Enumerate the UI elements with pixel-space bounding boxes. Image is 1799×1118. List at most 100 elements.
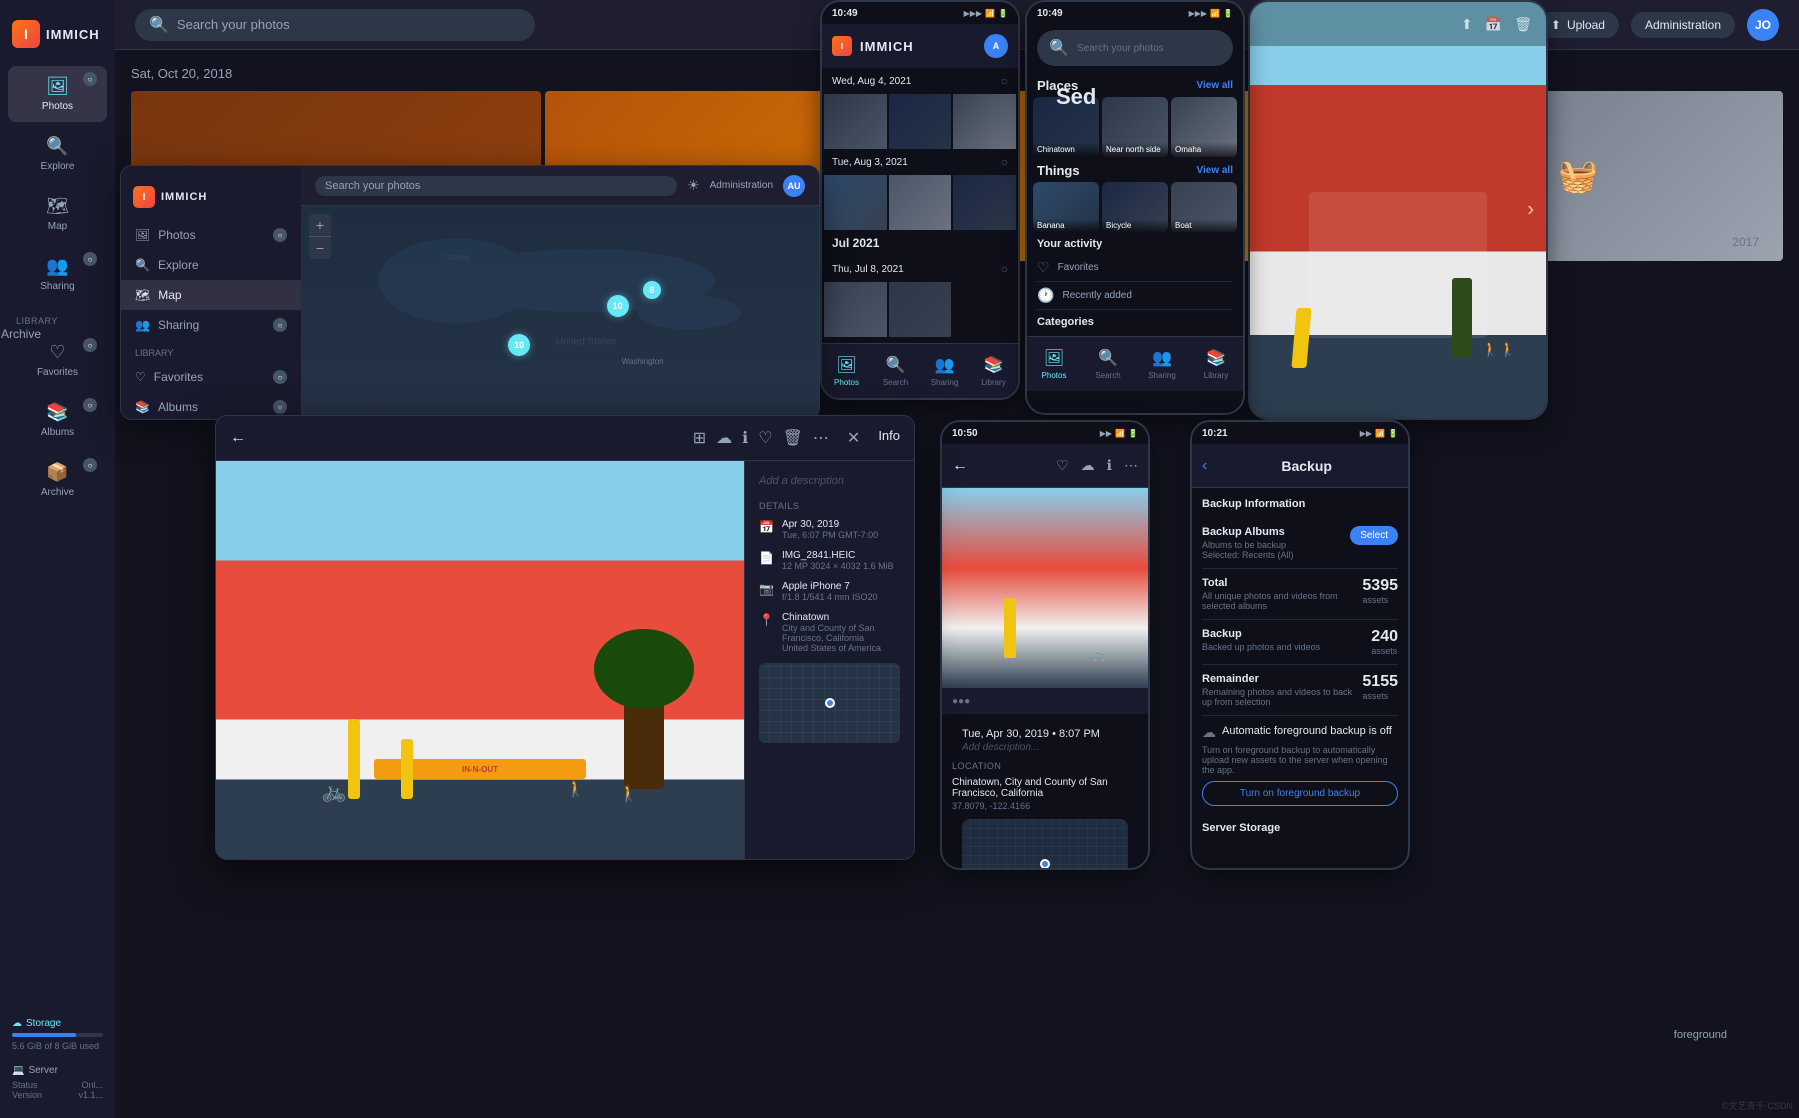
detail-info-icon[interactable]: ℹ bbox=[742, 428, 748, 448]
window-nav-map[interactable]: 🗺 Map bbox=[121, 280, 301, 310]
map-dot-2[interactable]: 8 bbox=[643, 281, 661, 299]
map-zoom-in[interactable]: + bbox=[309, 214, 331, 236]
window-nav-sharing[interactable]: 👥 Sharing ○ bbox=[121, 310, 301, 340]
window-nav-favorites[interactable]: ♡ Favorites ○ bbox=[121, 362, 301, 392]
server-storage-label: Server Storage bbox=[1202, 814, 1398, 834]
mobile-2-nav-bar: 🖼 Photos 🔍 Search 👥 Sharing 📚 Library bbox=[1027, 336, 1243, 391]
window-search-input[interactable]: Search your photos bbox=[315, 176, 677, 196]
backup-backup-unit: assets bbox=[1371, 646, 1398, 656]
mobile-photo-cell-3[interactable] bbox=[953, 94, 1016, 149]
mobile-2-favorites-row[interactable]: ♡ Favorites bbox=[1037, 254, 1233, 282]
mobile-3-icons: ▶▶ 📶 🔋 bbox=[1100, 429, 1138, 438]
mobile-2-search[interactable]: 🔍 Search your photos bbox=[1037, 30, 1233, 66]
sidebar-item-sharing[interactable]: 👥 Sharing ○ bbox=[8, 246, 107, 302]
info-map-mini[interactable] bbox=[759, 663, 900, 743]
mobile-place-northside[interactable]: Near north side bbox=[1102, 97, 1168, 157]
detail-grid-icon[interactable]: ⊞ bbox=[693, 428, 706, 448]
detail-close-icon[interactable]: ✕ bbox=[847, 428, 860, 448]
mobile-3-time: 10:50 bbox=[952, 428, 978, 439]
mobile-2-recent-text: Recently added bbox=[1062, 290, 1132, 301]
mobile-3-cloud[interactable]: ☁ bbox=[1081, 457, 1095, 474]
photo-detail-image[interactable]: IN-N-OUT 🚲 🚶 🚶 bbox=[216, 461, 744, 859]
sidebar-main: I IMMICH 🖼 Photos ○ 🔍 Explore 🗺 Map 👥 Sh… bbox=[0, 0, 115, 1118]
mobile-1-photo-grid-2 bbox=[822, 175, 1018, 230]
window-map-icon: 🗺 bbox=[135, 288, 150, 302]
mobile-2-things-view-all[interactable]: View all bbox=[1196, 165, 1233, 176]
archive-icon: 📦 bbox=[46, 462, 68, 483]
map-dot-3[interactable]: 10 bbox=[508, 334, 530, 356]
mobile-5-image[interactable]: 🚶🚶 › bbox=[1250, 2, 1546, 418]
mobile-2-recent-row[interactable]: 🕐 Recently added bbox=[1037, 282, 1233, 310]
mobile-photo-cell-8[interactable] bbox=[889, 282, 952, 337]
detail-header-actions: ⊞ ☁ ℹ ♡ 🗑 ⋯ ✕ Info bbox=[693, 428, 900, 448]
window-nav-photos[interactable]: 🖼 Photos ○ bbox=[121, 220, 301, 250]
mobile-3-info[interactable]: ℹ bbox=[1107, 457, 1112, 474]
window-nav-explore[interactable]: 🔍 Explore bbox=[121, 250, 301, 280]
mobile-photo-cell-5[interactable] bbox=[889, 175, 952, 230]
sidebar-item-albums[interactable]: 📚 Albums ○ bbox=[8, 392, 107, 448]
mobile-photo-cell-6[interactable] bbox=[953, 175, 1016, 230]
location-icon: 📍 bbox=[759, 613, 774, 627]
server-version-row: Version v1.1... bbox=[12, 1090, 103, 1100]
mobile-photo-cell-7[interactable] bbox=[824, 282, 887, 337]
mobile-2-nav-photos[interactable]: 🖼 Photos bbox=[1027, 337, 1081, 391]
window-admin-label[interactable]: Administration bbox=[710, 180, 773, 191]
window-logo-row: I IMMICH bbox=[121, 178, 301, 220]
mobile-2-nav-search[interactable]: 🔍 Search bbox=[1081, 337, 1135, 391]
mobile-photo-cell-2[interactable] bbox=[889, 94, 952, 149]
mobile-5-trash[interactable]: 🗑 bbox=[1514, 16, 1532, 33]
backup-albums-label: Backup Albums bbox=[1202, 526, 1294, 538]
window-logo-icon: I bbox=[133, 186, 155, 208]
mobile-place-omaha[interactable]: Omaha bbox=[1171, 97, 1237, 157]
search-bar[interactable]: 🔍 Search your photos bbox=[135, 9, 535, 41]
photo-detail-body: IN-N-OUT 🚲 🚶 🚶 Add a description DETAILS… bbox=[216, 461, 914, 859]
window-sun-icon[interactable]: ☀ bbox=[687, 177, 700, 194]
backup-select-btn[interactable]: Select bbox=[1350, 526, 1398, 545]
mobile-3-more[interactable]: ⋯ bbox=[1124, 457, 1138, 474]
window-map-header: Search your photos ☀ Administration AU bbox=[301, 166, 819, 206]
map-zoom-out[interactable]: − bbox=[309, 237, 331, 259]
backup-total-unit: assets bbox=[1362, 595, 1398, 605]
backup-backup-value: 240 bbox=[1371, 628, 1398, 646]
mobile-5-calendar[interactable]: 📅 bbox=[1485, 16, 1502, 33]
mobile-1-nav-library[interactable]: 📚 Library bbox=[969, 344, 1018, 398]
sidebar-item-archive[interactable]: 📦 Archive ○ bbox=[8, 452, 107, 508]
mobile-3-status-bar: 10:50 ▶▶ 📶 🔋 bbox=[942, 422, 1148, 444]
sidebar-item-explore[interactable]: 🔍 Explore bbox=[8, 126, 107, 182]
mobile-5-share[interactable]: ⬆ bbox=[1461, 16, 1473, 33]
map-dot-1[interactable]: 10 bbox=[607, 295, 629, 317]
window-map-area[interactable]: United States Ottawa Washington 10 8 10 … bbox=[301, 206, 819, 419]
mobile-3-map[interactable] bbox=[962, 819, 1128, 870]
mobile-photo-cell-1[interactable] bbox=[824, 94, 887, 149]
upload-button[interactable]: ⬆ Upload bbox=[1537, 12, 1619, 38]
detail-heart-icon[interactable]: ♡ bbox=[758, 428, 772, 448]
sidebar-item-photos[interactable]: 🖼 Photos ○ bbox=[8, 66, 107, 122]
mobile-3-heart[interactable]: ♡ bbox=[1056, 457, 1069, 474]
detail-cloud-icon[interactable]: ☁ bbox=[716, 428, 732, 448]
user-avatar[interactable]: JO bbox=[1747, 9, 1779, 41]
mobile-thing-bicycle[interactable]: Bicycle bbox=[1102, 182, 1168, 232]
detail-more-icon[interactable]: ⋯ bbox=[813, 428, 829, 448]
mobile-1-nav-photos[interactable]: 🖼 Photos bbox=[822, 344, 871, 398]
mobile-2-places-view-all[interactable]: View all bbox=[1196, 80, 1233, 91]
mobile-3-desc[interactable]: Add description... bbox=[952, 742, 1138, 761]
mobile-1-nav-sharing[interactable]: 👥 Sharing bbox=[920, 344, 969, 398]
yellow-pole-2 bbox=[401, 739, 413, 799]
administration-button[interactable]: Administration bbox=[1631, 12, 1735, 38]
detail-back-btn[interactable]: ← bbox=[230, 429, 246, 447]
mobile-2-nav-library[interactable]: 📚 Library bbox=[1189, 337, 1243, 391]
mobile-3-photo[interactable]: 🚲 bbox=[942, 488, 1148, 688]
mobile-2-nav-sharing[interactable]: 👥 Sharing bbox=[1135, 337, 1189, 391]
add-description-placeholder[interactable]: Add a description bbox=[759, 475, 900, 487]
window-avatar[interactable]: AU bbox=[783, 175, 805, 197]
mobile-thing-boat[interactable]: Boat bbox=[1171, 182, 1237, 232]
backup-back-btn[interactable]: ‹ bbox=[1202, 457, 1207, 475]
mobile-1-nav-search[interactable]: 🔍 Search bbox=[871, 344, 920, 398]
mobile-1-avatar[interactable]: A bbox=[984, 34, 1008, 58]
turn-on-foreground-btn[interactable]: Turn on foreground backup bbox=[1202, 781, 1398, 806]
detail-trash-icon[interactable]: 🗑 bbox=[783, 428, 803, 448]
mobile-photo-cell-4[interactable] bbox=[824, 175, 887, 230]
mobile-thing-banana[interactable]: Banana bbox=[1033, 182, 1099, 232]
mobile-3-back[interactable]: ← bbox=[952, 457, 968, 475]
sidebar-item-map[interactable]: 🗺 Map bbox=[8, 186, 107, 242]
